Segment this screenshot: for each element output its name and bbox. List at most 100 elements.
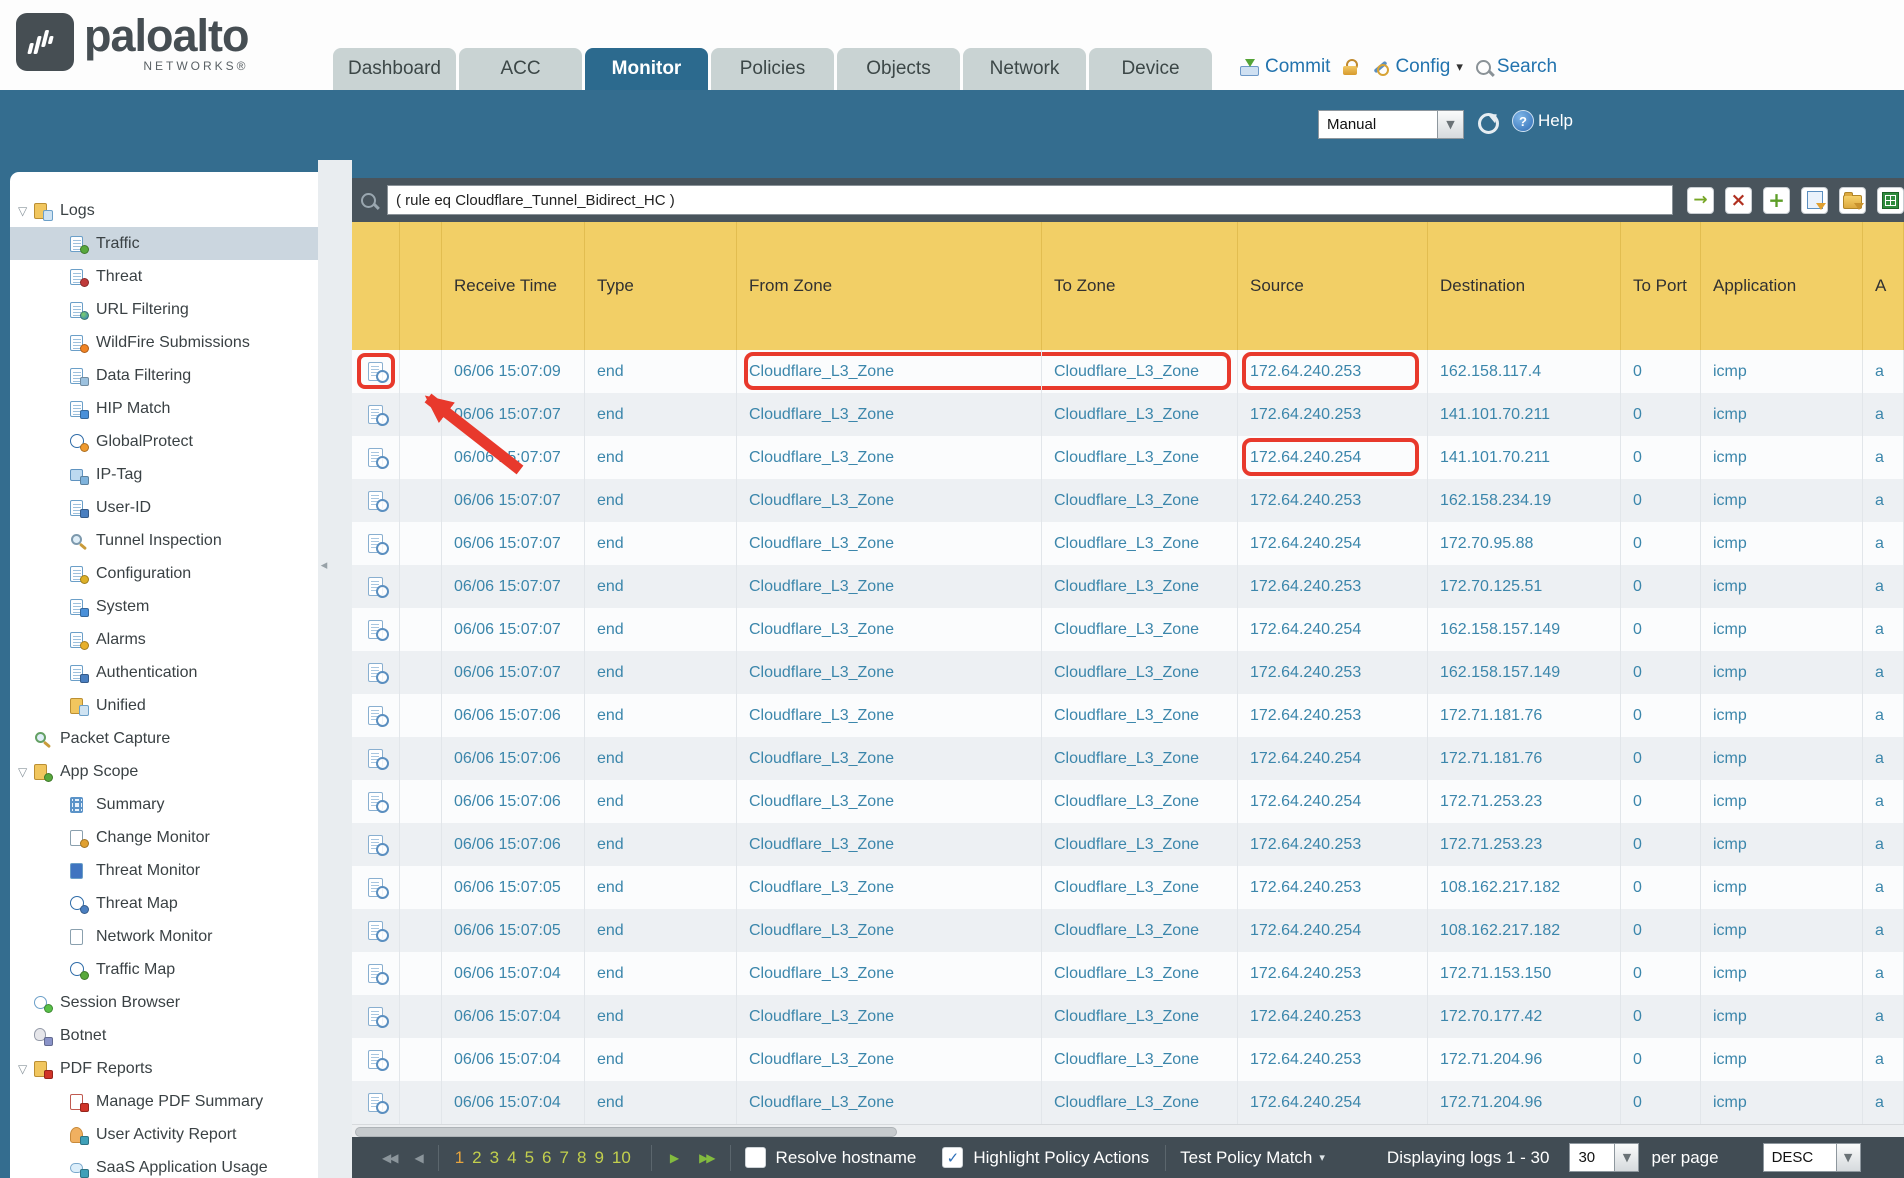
nav-tab[interactable]: Network bbox=[963, 48, 1086, 90]
add-filter-button[interactable]: + bbox=[1763, 187, 1790, 214]
horizontal-scrollbar[interactable] bbox=[352, 1124, 1904, 1137]
sidebar-item[interactable]: ▽ Summary bbox=[10, 788, 318, 821]
expander-icon[interactable]: ▽ bbox=[18, 1062, 34, 1076]
sidebar-item[interactable]: ▽ Session Browser bbox=[10, 986, 318, 1019]
log-detail-icon[interactable] bbox=[368, 706, 383, 725]
log-detail-icon[interactable] bbox=[368, 878, 383, 897]
sidebar-item[interactable]: ▽ PDF Reports bbox=[10, 1052, 318, 1085]
page-number[interactable]: 1 bbox=[455, 1148, 464, 1168]
log-row[interactable]: 06/06 15:07:06 end Cloudflare_L3_Zone Cl… bbox=[352, 823, 1904, 866]
log-detail-icon[interactable] bbox=[368, 1093, 383, 1112]
horizontal-scrollbar-thumb[interactable] bbox=[355, 1127, 897, 1137]
log-row[interactable]: 06/06 15:07:06 end Cloudflare_L3_Zone Cl… bbox=[352, 694, 1904, 737]
nav-tab[interactable]: Dashboard bbox=[333, 48, 456, 90]
sidebar-item[interactable]: ▽ HIP Match bbox=[10, 392, 318, 425]
sidebar-item[interactable]: ▽ Traffic bbox=[10, 227, 318, 260]
page-number[interactable]: 8 bbox=[577, 1148, 586, 1168]
lock-icon[interactable] bbox=[1343, 59, 1358, 75]
highlight-policy-checkbox[interactable]: ✓ bbox=[942, 1147, 963, 1168]
clear-filter-button[interactable]: × bbox=[1725, 187, 1752, 214]
page-number[interactable]: 3 bbox=[490, 1148, 499, 1168]
last-page-button[interactable]: ▶▶ bbox=[699, 1151, 713, 1165]
filter-builder-button[interactable] bbox=[1801, 187, 1828, 214]
log-detail-icon[interactable] bbox=[368, 835, 383, 854]
sidebar-item[interactable]: ▽ Alarms bbox=[10, 623, 318, 656]
log-detail-icon[interactable] bbox=[368, 362, 383, 381]
nav-tab[interactable]: Policies bbox=[711, 48, 834, 90]
log-detail-icon[interactable] bbox=[368, 448, 383, 467]
sidebar-item[interactable]: ▽ Configuration bbox=[10, 557, 318, 590]
log-detail-icon[interactable] bbox=[368, 792, 383, 811]
nav-tab[interactable]: Device bbox=[1089, 48, 1212, 90]
sidebar-item[interactable]: ▽ Authentication bbox=[10, 656, 318, 689]
column-header-application[interactable]: Application bbox=[1701, 222, 1863, 350]
per-page-select[interactable]: 30 ▼ bbox=[1569, 1143, 1639, 1172]
sidebar-item[interactable]: ▽ Unified bbox=[10, 689, 318, 722]
refresh-interval-select[interactable]: Manual ▼ bbox=[1318, 110, 1464, 139]
column-header-destination[interactable]: Destination bbox=[1428, 222, 1621, 350]
log-row[interactable]: 06/06 15:07:07 end Cloudflare_L3_Zone Cl… bbox=[352, 436, 1904, 479]
sidebar-item[interactable]: ▽ Data Filtering bbox=[10, 359, 318, 392]
log-row[interactable]: 06/06 15:07:07 end Cloudflare_L3_Zone Cl… bbox=[352, 393, 1904, 436]
nav-tab[interactable]: Objects bbox=[837, 48, 960, 90]
refresh-icon[interactable] bbox=[1478, 113, 1499, 134]
sidebar-item[interactable]: ▽ Packet Capture bbox=[10, 722, 318, 755]
sidebar-item[interactable]: ▽ Logs bbox=[10, 194, 318, 227]
sidebar-item[interactable]: ▽ Change Monitor bbox=[10, 821, 318, 854]
column-header-to-port[interactable]: To Port bbox=[1621, 222, 1701, 350]
log-detail-icon[interactable] bbox=[368, 1050, 383, 1069]
sort-order-dropdown-arrow[interactable]: ▼ bbox=[1837, 1143, 1861, 1172]
log-row[interactable]: 06/06 15:07:05 end Cloudflare_L3_Zone Cl… bbox=[352, 909, 1904, 952]
log-row[interactable]: 06/06 15:07:04 end Cloudflare_L3_Zone Cl… bbox=[352, 952, 1904, 995]
log-detail-icon[interactable] bbox=[368, 577, 383, 596]
column-header-source[interactable]: Source bbox=[1238, 222, 1428, 350]
log-row[interactable]: 06/06 15:07:07 end Cloudflare_L3_Zone Cl… bbox=[352, 608, 1904, 651]
test-policy-match-button[interactable]: Test Policy Match bbox=[1180, 1148, 1312, 1168]
log-row[interactable]: 06/06 15:07:04 end Cloudflare_L3_Zone Cl… bbox=[352, 995, 1904, 1038]
sidebar-item[interactable]: ▽ Network Monitor bbox=[10, 920, 318, 953]
sidebar-item[interactable]: ▽ Traffic Map bbox=[10, 953, 318, 986]
log-row[interactable]: 06/06 15:07:05 end Cloudflare_L3_Zone Cl… bbox=[352, 866, 1904, 909]
sort-order-select[interactable]: DESC ▼ bbox=[1763, 1143, 1861, 1172]
sort-order-value[interactable]: DESC bbox=[1763, 1143, 1837, 1172]
sidebar-item[interactable]: ▽ Threat Monitor bbox=[10, 854, 318, 887]
export-logs-button[interactable] bbox=[1877, 187, 1904, 214]
log-row[interactable]: 06/06 15:07:09 end Cloudflare_L3_Zone Cl… bbox=[352, 350, 1904, 393]
log-detail-icon[interactable] bbox=[368, 964, 383, 983]
log-row[interactable]: 06/06 15:07:07 end Cloudflare_L3_Zone Cl… bbox=[352, 565, 1904, 608]
column-header-receive-time[interactable]: Receive Time bbox=[442, 222, 585, 350]
column-header-to-zone[interactable]: To Zone bbox=[1042, 222, 1238, 350]
log-detail-icon[interactable] bbox=[368, 491, 383, 510]
apply-filter-button[interactable]: → bbox=[1687, 187, 1714, 214]
log-row[interactable]: 06/06 15:07:04 end Cloudflare_L3_Zone Cl… bbox=[352, 1081, 1904, 1124]
commit-button[interactable]: Commit bbox=[1240, 56, 1330, 78]
log-detail-icon[interactable] bbox=[368, 405, 383, 424]
per-page-dropdown-arrow[interactable]: ▼ bbox=[1615, 1143, 1639, 1172]
per-page-value[interactable]: 30 bbox=[1569, 1143, 1615, 1172]
log-detail-icon[interactable] bbox=[368, 921, 383, 940]
sidebar-item[interactable]: ▽ App Scope bbox=[10, 755, 318, 788]
expander-icon[interactable]: ▽ bbox=[18, 204, 34, 218]
page-number[interactable]: 10 bbox=[612, 1148, 631, 1168]
page-number[interactable]: 9 bbox=[594, 1148, 603, 1168]
resolve-hostname-checkbox[interactable]: ✓ bbox=[745, 1147, 766, 1168]
sidebar-item[interactable]: ▽ Botnet bbox=[10, 1019, 318, 1052]
config-menu-button[interactable]: Config ▾ bbox=[1371, 56, 1462, 78]
sidebar-item[interactable]: ▽ WildFire Submissions bbox=[10, 326, 318, 359]
sidebar-item[interactable]: ▽ User Activity Report bbox=[10, 1118, 318, 1151]
log-detail-icon[interactable] bbox=[368, 620, 383, 639]
sidebar-item[interactable]: ▽ IP-Tag bbox=[10, 458, 318, 491]
log-row[interactable]: 06/06 15:07:06 end Cloudflare_L3_Zone Cl… bbox=[352, 737, 1904, 780]
log-row[interactable]: 06/06 15:07:04 end Cloudflare_L3_Zone Cl… bbox=[352, 1038, 1904, 1081]
column-header-action[interactable]: A bbox=[1863, 222, 1904, 350]
page-number[interactable]: 2 bbox=[472, 1148, 481, 1168]
log-detail-icon[interactable] bbox=[368, 1007, 383, 1026]
sidebar-item[interactable]: ▽ Manage PDF Summary bbox=[10, 1085, 318, 1118]
log-detail-icon[interactable] bbox=[368, 749, 383, 768]
page-number[interactable]: 5 bbox=[525, 1148, 534, 1168]
nav-tab[interactable]: ACC bbox=[459, 48, 582, 90]
sidebar-item[interactable]: ▽ Threat Map bbox=[10, 887, 318, 920]
next-page-button[interactable]: ▶ bbox=[670, 1151, 679, 1165]
sidebar-item[interactable]: ▽ GlobalProtect bbox=[10, 425, 318, 458]
sidebar-item[interactable]: ▽ Threat bbox=[10, 260, 318, 293]
